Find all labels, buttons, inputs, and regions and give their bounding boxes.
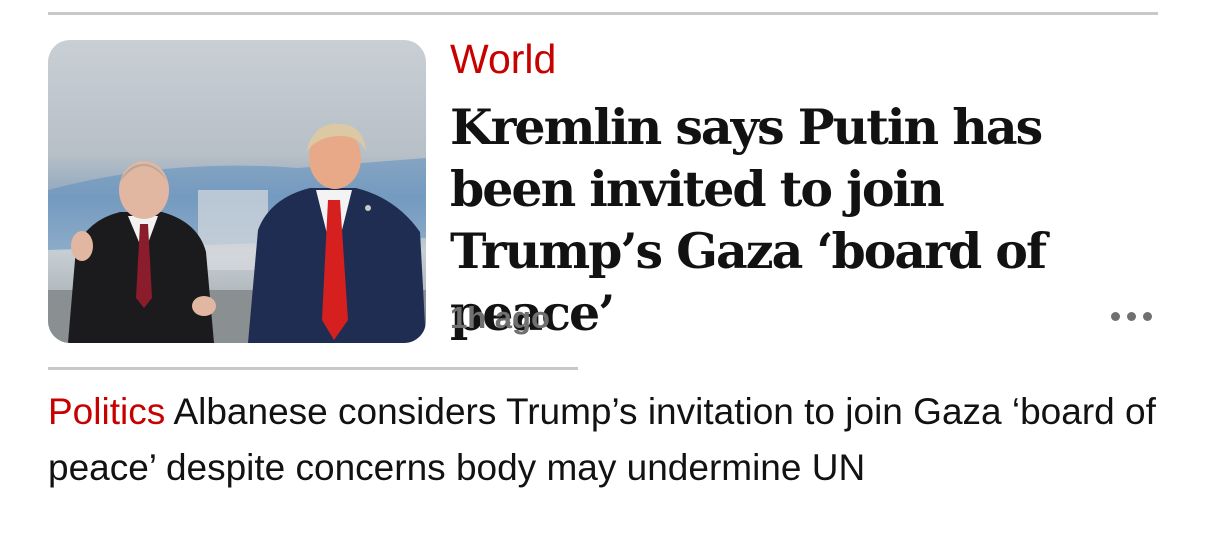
- sublink-story[interactable]: Politics Albanese considers Trump’s invi…: [48, 384, 1158, 496]
- more-options-icon[interactable]: [1111, 312, 1152, 321]
- story-timestamp: 1h ago: [450, 300, 550, 335]
- section-kicker[interactable]: World: [450, 36, 556, 83]
- top-divider: [48, 12, 1158, 15]
- story-photo: [48, 123, 426, 343]
- story-thumbnail[interactable]: [48, 40, 426, 343]
- dot: [1111, 312, 1120, 321]
- main-story-card[interactable]: World Kremlin says Putin has been invite…: [48, 36, 1158, 345]
- dot: [1143, 312, 1152, 321]
- sublink-headline[interactable]: Albanese considers Trump’s invitation to…: [48, 391, 1156, 488]
- headline-link[interactable]: Kremlin says Putin has been invited to j…: [450, 96, 1150, 344]
- sublink-kicker: Politics: [48, 391, 166, 432]
- sublink-divider: [48, 367, 578, 370]
- story-content: World Kremlin says Putin has been invite…: [450, 36, 1158, 344]
- dot: [1127, 312, 1136, 321]
